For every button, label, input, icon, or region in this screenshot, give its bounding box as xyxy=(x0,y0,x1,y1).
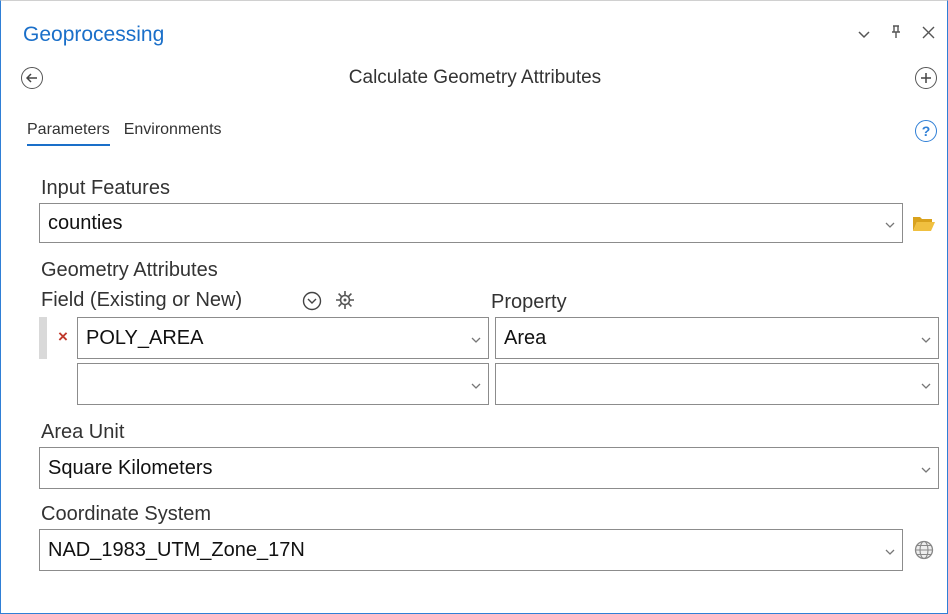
coordinate-system-value: NAD_1983_UTM_Zone_17N xyxy=(48,538,305,561)
remove-row-icon[interactable]: × xyxy=(58,327,68,347)
tab-strip: Parameters Environments xyxy=(27,121,222,146)
property-value-row-1: Area xyxy=(504,326,547,349)
pin-icon[interactable] xyxy=(887,23,905,44)
field-combo-row-1[interactable]: POLY_AREA xyxy=(77,317,489,359)
back-arrow-icon[interactable] xyxy=(21,67,43,89)
property-combo-row-2[interactable] xyxy=(495,363,939,405)
property-column-header: Property xyxy=(491,291,567,313)
area-unit-label: Area Unit xyxy=(41,421,125,443)
options-chevron-icon[interactable] xyxy=(855,23,873,44)
tab-parameters[interactable]: Parameters xyxy=(27,121,110,146)
chevron-down-icon[interactable] xyxy=(878,543,902,558)
chevron-down-icon[interactable] xyxy=(914,377,938,392)
chevron-down-icon[interactable] xyxy=(878,216,902,231)
coordinate-system-label: Coordinate System xyxy=(41,503,212,525)
add-circle-icon[interactable] xyxy=(915,67,937,89)
tab-environments[interactable]: Environments xyxy=(124,121,222,146)
window-controls xyxy=(855,23,937,44)
area-unit-value: Square Kilometers xyxy=(48,456,213,479)
row-handle[interactable] xyxy=(39,317,47,359)
field-column-header: Field (Existing or New) xyxy=(41,289,243,311)
input-features-value: counties xyxy=(48,211,123,234)
gear-icon[interactable] xyxy=(334,289,356,311)
coordinate-system-combo[interactable]: NAD_1983_UTM_Zone_17N xyxy=(39,529,903,571)
area-unit-combo[interactable]: Square Kilometers xyxy=(39,447,939,489)
property-combo-row-1[interactable]: Area xyxy=(495,317,939,359)
chevron-down-icon[interactable] xyxy=(464,331,488,346)
input-features-label: Input Features xyxy=(41,177,170,199)
chevron-circle-down-icon[interactable] xyxy=(301,290,323,312)
field-combo-row-2[interactable] xyxy=(77,363,489,405)
browse-folder-icon[interactable] xyxy=(911,211,937,235)
field-value-row-1: POLY_AREA xyxy=(86,326,204,349)
chevron-down-icon[interactable] xyxy=(914,461,938,476)
help-icon[interactable]: ? xyxy=(915,120,937,142)
pane-title: Geoprocessing xyxy=(23,23,165,46)
chevron-down-icon[interactable] xyxy=(914,331,938,346)
geometry-attributes-label: Geometry Attributes xyxy=(41,259,218,281)
close-icon[interactable] xyxy=(919,23,937,44)
chevron-down-icon[interactable] xyxy=(464,377,488,392)
input-features-combo[interactable]: counties xyxy=(39,203,903,243)
geoprocessing-pane: Geoprocessing Calculate Geometry Attribu… xyxy=(0,0,948,614)
tool-title: Calculate Geometry Attributes xyxy=(348,67,602,88)
globe-icon[interactable] xyxy=(911,538,937,562)
